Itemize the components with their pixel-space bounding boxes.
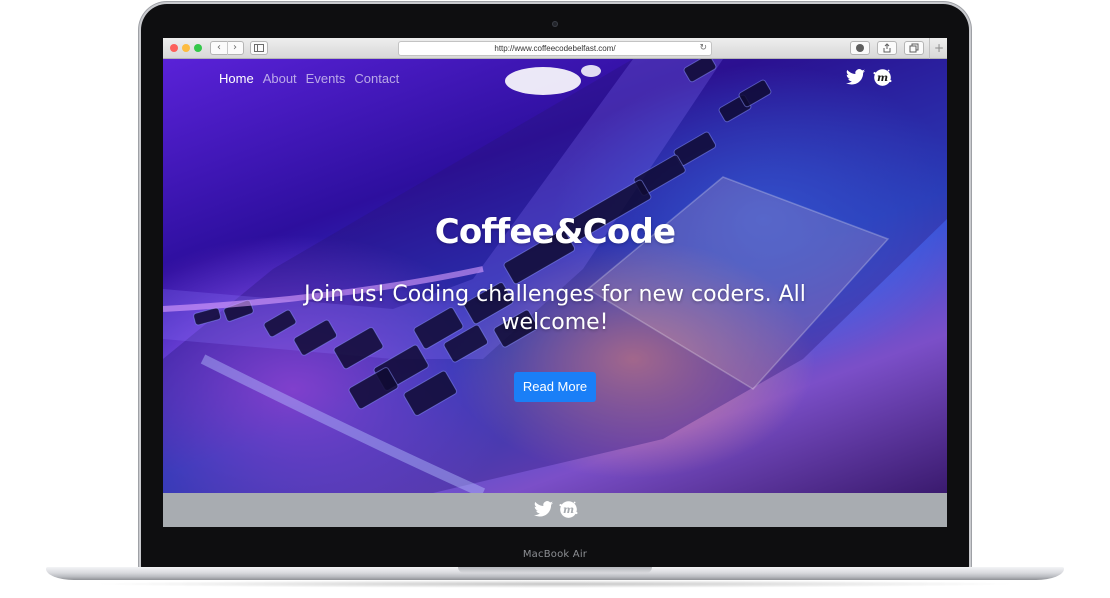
new-tab-button[interactable]: +	[929, 38, 947, 59]
main-nav: Home About Events Contact	[219, 69, 408, 89]
back-button[interactable]: ‹	[211, 41, 228, 55]
close-window-button[interactable]	[170, 44, 178, 52]
browser-toolbar: ‹ › http://www.coffeecodebelfast.com/ ↻	[163, 38, 947, 59]
zoom-window-button[interactable]	[194, 44, 202, 52]
meetup-icon[interactable]: m	[872, 67, 893, 88]
nav-link-about[interactable]: About	[263, 69, 297, 89]
nav-link-events[interactable]: Events	[306, 69, 346, 89]
share-icon	[883, 43, 891, 53]
tab-overview-button[interactable]	[904, 41, 924, 55]
footer-social-links: m	[533, 499, 579, 520]
tabs-icon	[909, 43, 919, 53]
history-buttons: ‹ ›	[210, 41, 244, 55]
nav-link-contact[interactable]: Contact	[354, 69, 399, 89]
share-button[interactable]	[877, 41, 897, 55]
minimize-window-button[interactable]	[182, 44, 190, 52]
url-text: http://www.coffeecodebelfast.com/	[494, 44, 616, 53]
forward-button[interactable]: ›	[227, 41, 243, 55]
reload-icon[interactable]: ↻	[699, 42, 707, 55]
laptop-base-notch	[458, 567, 652, 573]
hero-background-image	[163, 59, 947, 493]
twitter-icon[interactable]	[845, 67, 866, 88]
svg-text:m: m	[877, 72, 888, 84]
hero-title: Coffee&Code	[434, 212, 676, 252]
page-footer: m	[163, 493, 947, 527]
webcam	[552, 21, 558, 27]
laptop-screen: ‹ › http://www.coffeecodebelfast.com/ ↻	[163, 38, 947, 527]
nav-link-home[interactable]: Home	[219, 69, 254, 89]
download-icon	[856, 44, 864, 52]
laptop-shadow	[90, 580, 1020, 588]
sidebar-icon	[254, 44, 264, 52]
hero-subtitle: Join us! Coding challenges for new coder…	[304, 282, 806, 335]
address-bar[interactable]: http://www.coffeecodebelfast.com/ ↻	[398, 41, 712, 56]
svg-text:m: m	[563, 504, 574, 516]
meetup-icon[interactable]: m	[558, 499, 579, 520]
laptop-mockup: MacBook Air ‹ › http://www.coffeecodebel…	[0, 0, 1110, 598]
sidebar-toggle-button[interactable]	[250, 41, 268, 55]
hero-section: Home About Events Contact m Coffee&Code	[163, 59, 947, 493]
downloads-button[interactable]	[850, 41, 870, 55]
laptop-model-label: MacBook Air	[522, 549, 588, 560]
read-more-button[interactable]: Read More	[514, 372, 596, 402]
header-social-links: m	[845, 67, 893, 88]
twitter-icon[interactable]	[533, 499, 554, 520]
